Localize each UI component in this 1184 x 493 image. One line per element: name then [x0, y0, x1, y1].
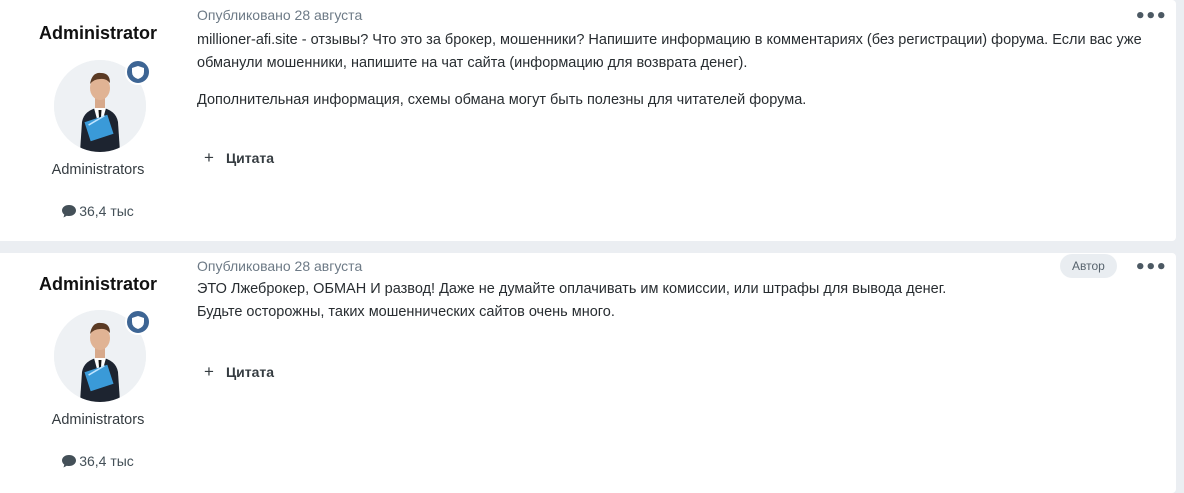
user-group: Administrators	[51, 162, 145, 178]
post-paragraph: millioner-afi.site - отзывы? Что это за …	[197, 32, 1142, 71]
post-content: Опубликовано 28 августа ••• millioner-af…	[196, 0, 1176, 241]
comment-icon	[62, 205, 77, 218]
quote-button[interactable]: + Цитата	[204, 148, 274, 168]
post-count-value: 36,4 тыс	[79, 203, 134, 219]
quote-label: Цитата	[225, 150, 275, 166]
post-paragraph: Будьте осторожны, таких мошеннических са…	[197, 303, 615, 320]
user-group: Administrators	[51, 412, 145, 428]
author-name-link[interactable]: Administrator	[0, 23, 196, 44]
quote-label: Цитата	[225, 364, 275, 380]
plus-icon: +	[204, 148, 214, 167]
shield-icon	[125, 59, 151, 85]
author-panel: Administrator Administrators 36,4 тыс	[0, 253, 196, 493]
post-body: millioner-afi.site - отзывы? Что это за …	[197, 29, 1174, 112]
author-badge: Автор	[1060, 254, 1117, 278]
post-body: ЭТО Лжеброкер, ОБМАН И развод! Даже не д…	[197, 278, 1174, 323]
post-date-link[interactable]: Опубликовано 28 августа	[197, 7, 362, 23]
post-paragraph: ЭТО Лжеброкер, ОБМАН И развод! Даже не д…	[197, 281, 947, 297]
author-name-link[interactable]: Administrator	[0, 274, 196, 295]
author-panel: Administrator Administrators 36,4 тыс	[0, 0, 196, 241]
plus-icon: +	[204, 362, 214, 381]
post-paragraph: Дополнительная информация, схемы обмана …	[197, 92, 807, 108]
post-menu-button[interactable]: •••	[1134, 257, 1167, 278]
forum-post: Administrator Administrators 36,4 тыс Оп…	[0, 253, 1176, 493]
shield-icon	[125, 309, 151, 335]
post-menu-button[interactable]: •••	[1134, 6, 1167, 27]
post-date-link[interactable]: Опубликовано 28 августа	[197, 258, 362, 274]
forum-post: Administrator Administrators 36,4 тыс Оп…	[0, 0, 1176, 241]
post-count[interactable]: 36,4 тыс	[0, 203, 196, 219]
post-count-value: 36,4 тыс	[79, 453, 134, 469]
quote-button[interactable]: + Цитата	[204, 362, 274, 382]
post-content: Опубликовано 28 августа Автор ••• ЭТО Лж…	[196, 253, 1176, 493]
post-count[interactable]: 36,4 тыс	[0, 453, 196, 469]
comment-icon	[62, 455, 77, 468]
